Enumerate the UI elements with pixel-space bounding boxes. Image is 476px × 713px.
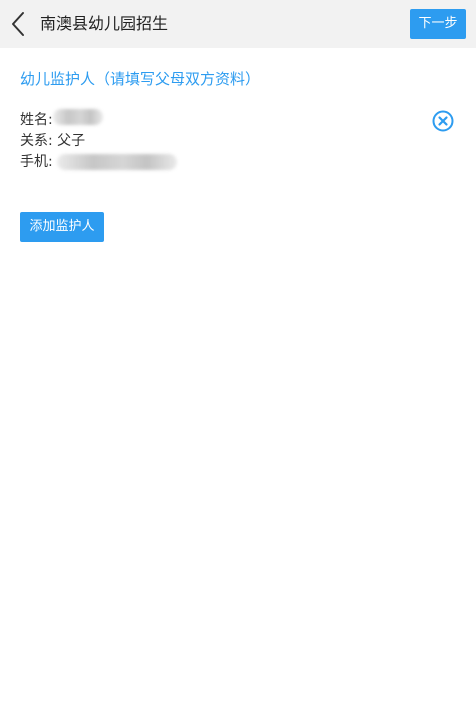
guardian-phone-row: 手机: (20, 152, 177, 172)
back-button[interactable] (8, 10, 30, 38)
phone-value-redacted (56, 154, 177, 170)
remove-guardian-button[interactable] (432, 110, 454, 132)
guardian-name-row: 姓名: (20, 109, 103, 130)
add-guardian-button[interactable]: 添加监护人 (20, 212, 104, 242)
page-title: 南澳县幼儿园招生 (40, 14, 169, 33)
guardian-card: 姓名: 关系: 父子 手机: (20, 109, 460, 174)
guardian-relation-row: 关系: 父子 (20, 131, 85, 151)
relation-value: 父子 (57, 133, 86, 149)
top-bar: 南澳县幼儿园招生 下一步 (0, 0, 476, 48)
name-label: 姓名: (20, 112, 53, 128)
relation-label: 关系: (20, 133, 53, 149)
circle-close-icon (432, 110, 454, 132)
section-title: 幼儿监护人（请填写父母双方资料） (20, 70, 261, 88)
phone-label: 手机: (20, 154, 53, 170)
name-value-redacted (52, 109, 103, 125)
next-step-button[interactable]: 下一步 (410, 9, 466, 39)
chevron-left-icon (12, 12, 24, 36)
